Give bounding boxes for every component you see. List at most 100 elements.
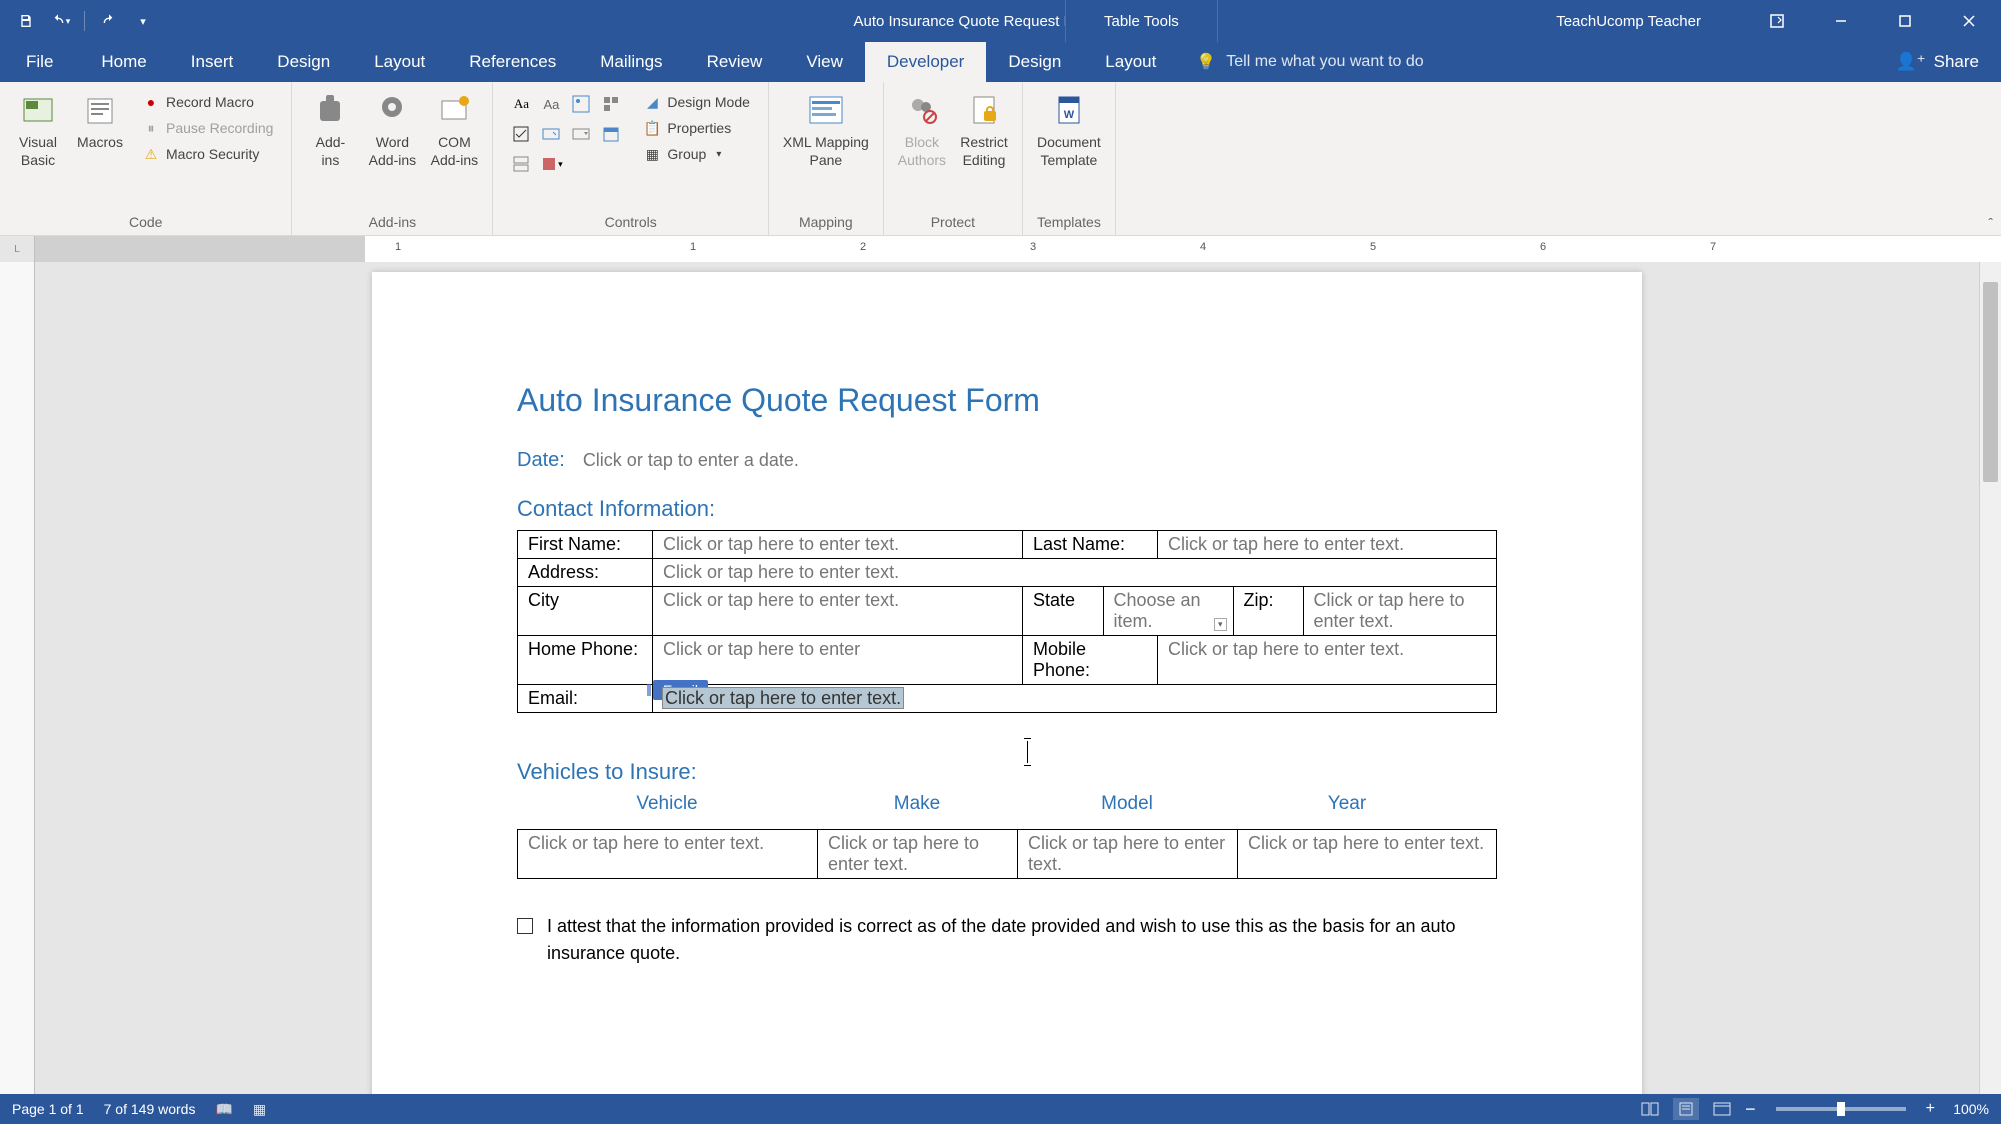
customize-qat-button[interactable]: ▾	[129, 7, 157, 35]
record-macro-button[interactable]: ●Record Macro	[136, 90, 279, 114]
restrict-editing-button[interactable]: Restrict Editing	[954, 86, 1014, 173]
read-mode-button[interactable]	[1637, 1098, 1663, 1120]
zoom-slider[interactable]	[1776, 1107, 1906, 1111]
zoom-out-button[interactable]: −	[1745, 1099, 1756, 1120]
svg-text:W: W	[1064, 109, 1075, 121]
tell-me-search[interactable]: 💡 Tell me what you want to do	[1178, 42, 1873, 82]
ribbon-display-options-button[interactable]	[1745, 0, 1809, 42]
tab-design[interactable]: Design	[255, 42, 352, 82]
checkbox-control-button[interactable]	[507, 120, 535, 148]
macro-security-button[interactable]: ⚠Macro Security	[136, 142, 279, 166]
document-area: Auto Insurance Quote Request Form Date: …	[0, 262, 2001, 1094]
macros-button[interactable]: Macros	[70, 86, 130, 156]
print-layout-button[interactable]	[1673, 1098, 1699, 1120]
scrollbar-thumb[interactable]	[1983, 282, 1998, 482]
first-name-control[interactable]: Click or tap here to enter text.	[663, 534, 899, 554]
tab-view[interactable]: View	[784, 42, 865, 82]
share-button[interactable]: 👤⁺ Share	[1873, 42, 2001, 82]
combobox-control-button[interactable]	[537, 120, 565, 148]
city-control[interactable]: Click or tap here to enter text.	[663, 590, 899, 610]
date-picker-control[interactable]: Click or tap to enter a date.	[583, 450, 799, 471]
vertical-scrollbar[interactable]	[1979, 262, 2001, 1094]
qat-separator	[84, 11, 85, 31]
building-block-control-button[interactable]	[597, 90, 625, 118]
home-phone-control[interactable]: Click or tap here to enter	[663, 639, 860, 659]
picture-control-button[interactable]	[567, 90, 595, 118]
email-control[interactable]: Click or tap here to enter text.	[663, 688, 903, 708]
web-layout-button[interactable]	[1709, 1098, 1735, 1120]
collapse-ribbon-button[interactable]: ˆ	[1988, 215, 1993, 231]
save-button[interactable]	[12, 7, 40, 35]
tab-table-design[interactable]: Design	[986, 42, 1083, 82]
make-control[interactable]: Click or tap here to enter text.	[828, 833, 979, 874]
tab-selector[interactable]: L	[0, 236, 35, 262]
properties-button[interactable]: 📋Properties	[637, 116, 756, 140]
ribbon-group-code: Visual Basic Macros ●Record Macro ⏸Pause…	[0, 82, 292, 235]
tab-layout[interactable]: Layout	[352, 42, 447, 82]
com-addins-button[interactable]: COM Add-ins	[424, 86, 484, 173]
tab-references[interactable]: References	[447, 42, 578, 82]
vehicle-control[interactable]: Click or tap here to enter text.	[528, 833, 764, 853]
design-mode-button[interactable]: ◢Design Mode	[637, 90, 756, 114]
last-name-control[interactable]: Click or tap here to enter text.	[1168, 534, 1404, 554]
zoom-in-button[interactable]: +	[1926, 1100, 1935, 1118]
attestation-checkbox[interactable]	[517, 918, 533, 934]
tab-insert[interactable]: Insert	[169, 42, 256, 82]
rich-text-control-button[interactable]: Aa	[507, 90, 535, 118]
pause-recording-button[interactable]: ⏸Pause Recording	[136, 116, 279, 140]
word-addins-button[interactable]: Word Add-ins	[362, 86, 422, 173]
horizontal-ruler[interactable]: 1 1 2 3 4 5 6 7	[35, 236, 2001, 262]
tab-file[interactable]: File	[0, 42, 79, 82]
group-label-addins: Add-ins	[300, 214, 484, 233]
plain-text-control-button[interactable]: Aa	[537, 90, 565, 118]
zip-label: Zip:	[1233, 587, 1303, 635]
zoom-slider-thumb[interactable]	[1837, 1102, 1845, 1116]
xml-mapping-pane-button[interactable]: XML Mapping Pane	[777, 86, 875, 173]
city-label: City	[518, 587, 653, 636]
block-authors-button[interactable]: Block Authors	[892, 86, 952, 173]
group-label-templates: Templates	[1031, 214, 1107, 233]
zip-control[interactable]: Click or tap here to enter text.	[1314, 590, 1465, 631]
group-label-code: Code	[8, 214, 283, 233]
minimize-button[interactable]	[1809, 0, 1873, 42]
redo-button[interactable]	[95, 7, 123, 35]
table-row: First Name: Click or tap here to enter t…	[518, 531, 1497, 559]
close-button[interactable]	[1937, 0, 2001, 42]
repeating-section-control-button[interactable]	[507, 150, 535, 178]
macro-indicator-icon[interactable]: ▦	[253, 1101, 266, 1118]
group-controls-button[interactable]: ▦Group▾	[637, 142, 756, 166]
dropdown-chevron-icon[interactable]: ▾	[1214, 618, 1227, 631]
legacy-tools-button[interactable]: ▾	[537, 150, 565, 178]
undo-button[interactable]: ▾	[46, 7, 74, 35]
mobile-phone-control[interactable]: Click or tap here to enter text.	[1168, 639, 1404, 659]
tab-developer[interactable]: Developer	[865, 42, 987, 82]
addins-button[interactable]: Add- ins	[300, 86, 360, 173]
year-control[interactable]: Click or tap here to enter text.	[1248, 833, 1484, 853]
zoom-level[interactable]: 100%	[1945, 1101, 1989, 1117]
vertical-ruler[interactable]	[0, 262, 35, 1094]
vehicles-table: Click or tap here to enter text. Click o…	[517, 829, 1497, 879]
tab-home[interactable]: Home	[79, 42, 168, 82]
word-count[interactable]: 7 of 149 words	[104, 1101, 196, 1117]
maximize-button[interactable]	[1873, 0, 1937, 42]
model-control[interactable]: Click or tap here to enter text.	[1028, 833, 1225, 874]
restrict-editing-icon	[963, 90, 1005, 132]
document-template-button[interactable]: W Document Template	[1031, 86, 1107, 173]
spelling-icon[interactable]: 📖	[215, 1101, 232, 1118]
quick-access-toolbar: ▾ ▾	[0, 7, 157, 35]
home-phone-label: Home Phone:	[518, 636, 653, 685]
tab-review[interactable]: Review	[685, 42, 785, 82]
window-controls	[1745, 0, 2001, 42]
page-indicator[interactable]: Page 1 of 1	[12, 1101, 84, 1117]
address-control[interactable]: Click or tap here to enter text.	[663, 562, 899, 582]
text-cursor-icon	[1027, 741, 1028, 763]
document-scroll[interactable]: Auto Insurance Quote Request Form Date: …	[35, 262, 1979, 1094]
state-dropdown-control[interactable]: Choose an item.	[1114, 590, 1201, 631]
dropdown-control-button[interactable]	[567, 120, 595, 148]
tab-table-layout[interactable]: Layout	[1083, 42, 1178, 82]
page[interactable]: Auto Insurance Quote Request Form Date: …	[372, 272, 1642, 1094]
date-picker-control-button[interactable]	[597, 120, 625, 148]
ribbon: Visual Basic Macros ●Record Macro ⏸Pause…	[0, 82, 2001, 236]
tab-mailings[interactable]: Mailings	[578, 42, 684, 82]
visual-basic-button[interactable]: Visual Basic	[8, 86, 68, 173]
